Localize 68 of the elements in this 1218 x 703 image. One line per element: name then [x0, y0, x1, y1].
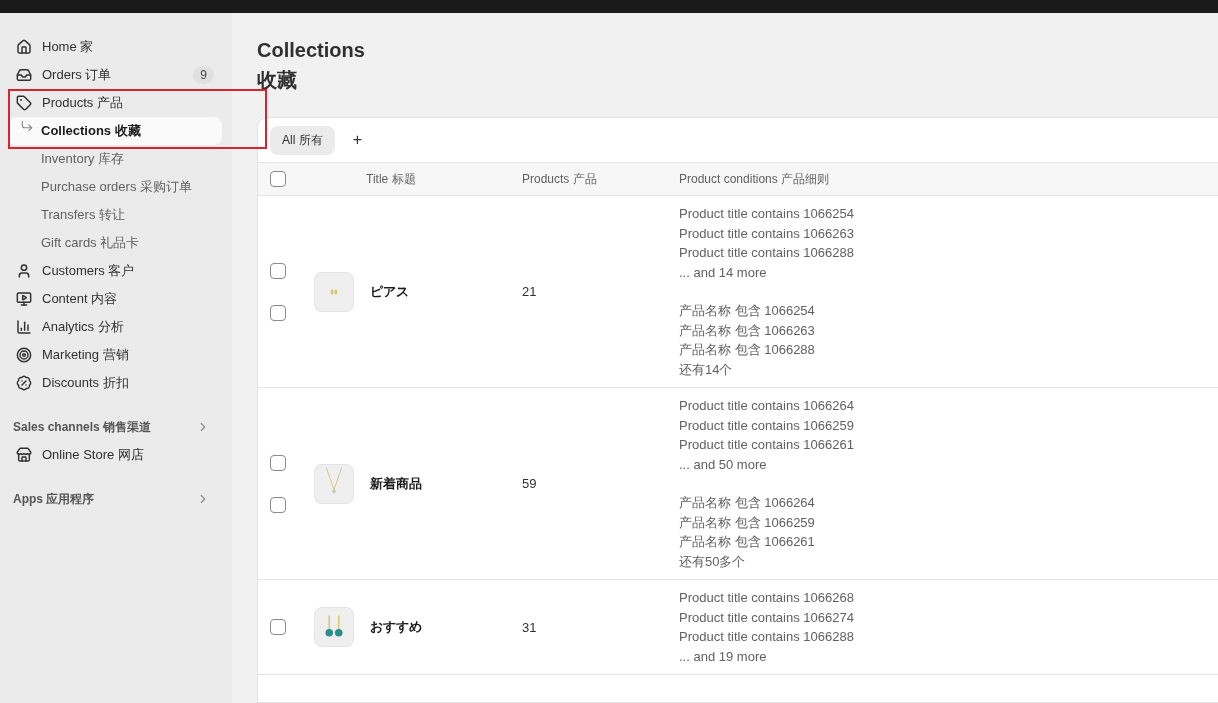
percent-badge-icon — [16, 375, 32, 391]
nav-item[interactable]: Online Store 网店 — [8, 441, 222, 469]
column-header: Title 标题 — [366, 170, 417, 188]
person-icon — [16, 263, 32, 279]
condition-text: 产品名称 包含 1066263 — [679, 321, 816, 340]
collection-title[interactable]: おすすめ — [366, 618, 522, 636]
checkbox[interactable] — [270, 454, 286, 471]
checkbox[interactable] — [270, 171, 286, 187]
section-title: Sales channels 销售渠道 — [13, 418, 152, 436]
condition-text: ... and 19 more — [679, 647, 768, 666]
condition-text: 产品名称 包含 1066264 — [679, 494, 816, 512]
nav-subitem[interactable]: Transfers 转让 — [8, 201, 222, 229]
checkbox[interactable] — [270, 262, 286, 279]
nav-item[interactable]: Products 产品 — [8, 89, 222, 117]
store-icon — [16, 447, 32, 463]
nav-item[interactable]: Customers 客户 — [8, 257, 222, 285]
column-header: Products 产品 — [522, 170, 598, 188]
nav-subitem[interactable]: Inventory 库存 — [8, 145, 222, 173]
condition-text: Product title contains 1066274 — [679, 608, 855, 627]
product-count: 21 — [522, 284, 538, 299]
condition-text: 产品名称 包含 1066254 — [679, 302, 816, 320]
filter-tab[interactable]: All 所有 — [270, 125, 335, 155]
tag-icon — [16, 95, 32, 111]
condition-text: Product title contains 1066264 — [679, 397, 855, 415]
condition-text: 产品名称 包含 1066261 — [679, 533, 816, 551]
condition-text: Product title contains 1066263 — [679, 224, 855, 243]
column-header: Product conditions 产品细则 — [679, 170, 831, 188]
condition-text: Product title contains 1066288 — [679, 244, 855, 262]
condition-text: 还有50多个 — [679, 552, 747, 571]
checkbox[interactable] — [270, 619, 286, 635]
section-header[interactable]: Sales channels 销售渠道 — [8, 413, 222, 441]
condition-text: ... and 50 more — [679, 455, 768, 474]
target-icon — [16, 347, 32, 363]
condition-text: ... and 14 more — [679, 263, 768, 282]
section-header[interactable]: Apps 应用程序 — [8, 485, 222, 513]
product-count: 31 — [522, 619, 538, 635]
nav-item[interactable]: Marketing 营销 — [8, 341, 222, 369]
checkbox[interactable] — [270, 304, 286, 321]
nav-subitem[interactable]: Purchase orders 采购订单 — [8, 173, 222, 201]
monitor-icon — [16, 291, 32, 307]
count-badge: 9 — [193, 66, 214, 84]
condition-text: Product title contains 1066288 — [679, 628, 855, 646]
condition-text: Product title contains 1066261 — [679, 436, 855, 454]
nav-item[interactable]: Discounts 折扣 — [8, 369, 222, 397]
bar-chart-icon — [16, 319, 32, 335]
condition-text: Product title contains 1066254 — [679, 205, 855, 223]
nav-subitem[interactable]: Gift cards 礼品卡 — [8, 229, 222, 257]
nav-item[interactable]: Home 家 — [8, 33, 222, 61]
condition-text: Product title contains 1066268 — [679, 589, 855, 607]
product-count: 59 — [522, 476, 538, 491]
condition-text: Product title contains 1066259 — [679, 416, 855, 435]
condition-text: 还有14个 — [679, 360, 734, 379]
checkbox[interactable] — [270, 496, 286, 513]
nav-item[interactable]: Orders 订单 9 — [8, 61, 222, 89]
page-title: Collections — [257, 38, 366, 63]
add-tab-button[interactable]: + — [348, 131, 366, 149]
collection-title[interactable]: 新着商品 — [366, 474, 522, 493]
condition-text: 产品名称 包含 1066288 — [679, 341, 816, 359]
inbox-icon — [16, 67, 32, 83]
branch-icon — [20, 119, 34, 133]
page-subtitle: 收藏 — [257, 68, 298, 93]
nav-subitem[interactable]: Collections 收藏 — [8, 117, 222, 145]
collection-title[interactable]: ピアス — [366, 282, 522, 301]
section-title: Apps 应用程序 — [13, 490, 95, 508]
home-icon — [16, 39, 32, 55]
nav-item[interactable]: Content 内容 — [8, 285, 222, 313]
condition-text: 产品名称 包含 1066259 — [679, 513, 816, 532]
nav-item[interactable]: Analytics 分析 — [8, 313, 222, 341]
